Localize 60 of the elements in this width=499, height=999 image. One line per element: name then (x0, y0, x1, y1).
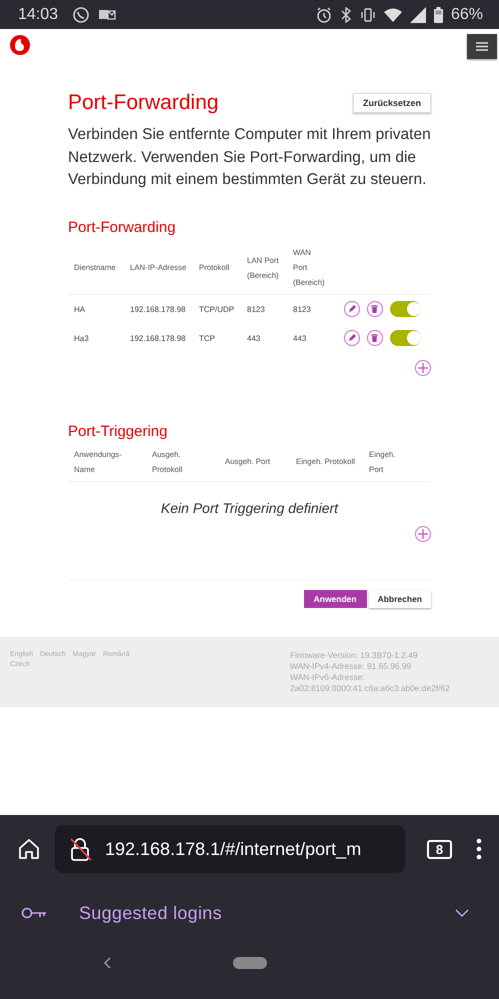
table-cell-text: 443 (247, 334, 262, 342)
page-description: Verbinden Sie entfernte Computer mit Ihrem privaten Netzwerk. Verwenden Sie Port-Forwarding, um die Verbindung mit einem bestimmten Gerät zu steuern. (68, 125, 431, 190)
pencil-icon (348, 305, 356, 313)
table-cell-text: 8123 (247, 304, 266, 314)
trash-icon (371, 334, 378, 342)
table-cell-text: 8123 (293, 304, 312, 314)
footer-info: WAN-IPv6-Adresse: (290, 672, 366, 684)
footer-info: 2a02:8109:8000:41:c6a:a6c3:ab0e:de2f/62 (290, 683, 451, 695)
empty-message: Kein Port Triggering definiert (160, 500, 340, 516)
home-handle[interactable] (233, 957, 267, 969)
footer-info: WAN-IPv4-Adresse: 91.65.96.99 (290, 660, 412, 672)
pencil-icon (348, 334, 356, 342)
table-cell-text: 192.168.178.98 (130, 304, 187, 314)
section-heading: Port-Forwarding (68, 218, 177, 236)
table-cell-text: Ha3 (74, 334, 90, 342)
section-heading: Port-Triggering (68, 422, 168, 440)
wifi-icon (384, 8, 402, 22)
add-button[interactable] (415, 526, 431, 542)
table-cell-text: 443 (293, 334, 308, 342)
battery-level: 66% (450, 6, 483, 24)
apply-button[interactable]: Anwenden (304, 590, 367, 608)
plus-icon (418, 362, 428, 372)
add-button[interactable] (415, 360, 431, 376)
logo-icon (9, 34, 31, 56)
suggested-logins-label: Suggested logins (79, 902, 222, 924)
status-time: 14:03 (18, 6, 58, 24)
mail-icon (98, 8, 116, 22)
tab-count-button[interactable]: 8 (427, 840, 452, 858)
enable-toggle[interactable] (390, 330, 421, 346)
delete-button[interactable] (366, 330, 383, 346)
enable-toggle[interactable] (390, 301, 421, 317)
url-text: 192.168.178.1/#/internet/port_m (105, 838, 362, 860)
menu-button[interactable] (467, 34, 497, 59)
cancel-button[interactable]: Abbrechen (368, 590, 431, 608)
unlocked-icon (69, 837, 93, 861)
bluetooth-icon (340, 6, 352, 22)
edit-button[interactable] (344, 301, 360, 317)
page-title: Port-Forwarding (68, 91, 219, 115)
address-bar[interactable]: 192.168.178.1/#/internet/port_m (55, 825, 405, 873)
delete-button[interactable] (366, 301, 383, 317)
home-icon[interactable] (17, 837, 41, 861)
trash-icon (371, 305, 378, 313)
table-cell-text: TCP/UDP (199, 304, 236, 314)
signal-icon (410, 6, 426, 22)
table-cell-text: HA (74, 304, 86, 314)
vibrate-icon (360, 8, 376, 22)
table-cell-text: TCP (199, 334, 216, 342)
reset-button[interactable]: Zurücksetzen (352, 93, 431, 113)
footer-info: Firmware-Version: 19.3B70-1.2.49 (290, 650, 419, 661)
key-icon (21, 907, 47, 919)
table-cell-text: 192.168.178.98 (130, 334, 187, 342)
menu-icon (476, 42, 488, 51)
battery-icon (434, 6, 443, 22)
back-icon[interactable] (103, 957, 111, 969)
alarm-icon (316, 6, 332, 22)
edit-button[interactable] (344, 330, 360, 346)
chevron-down-icon[interactable] (455, 909, 469, 917)
chat-icon (72, 6, 90, 24)
more-icon[interactable] (476, 838, 482, 860)
plus-icon (418, 528, 428, 538)
